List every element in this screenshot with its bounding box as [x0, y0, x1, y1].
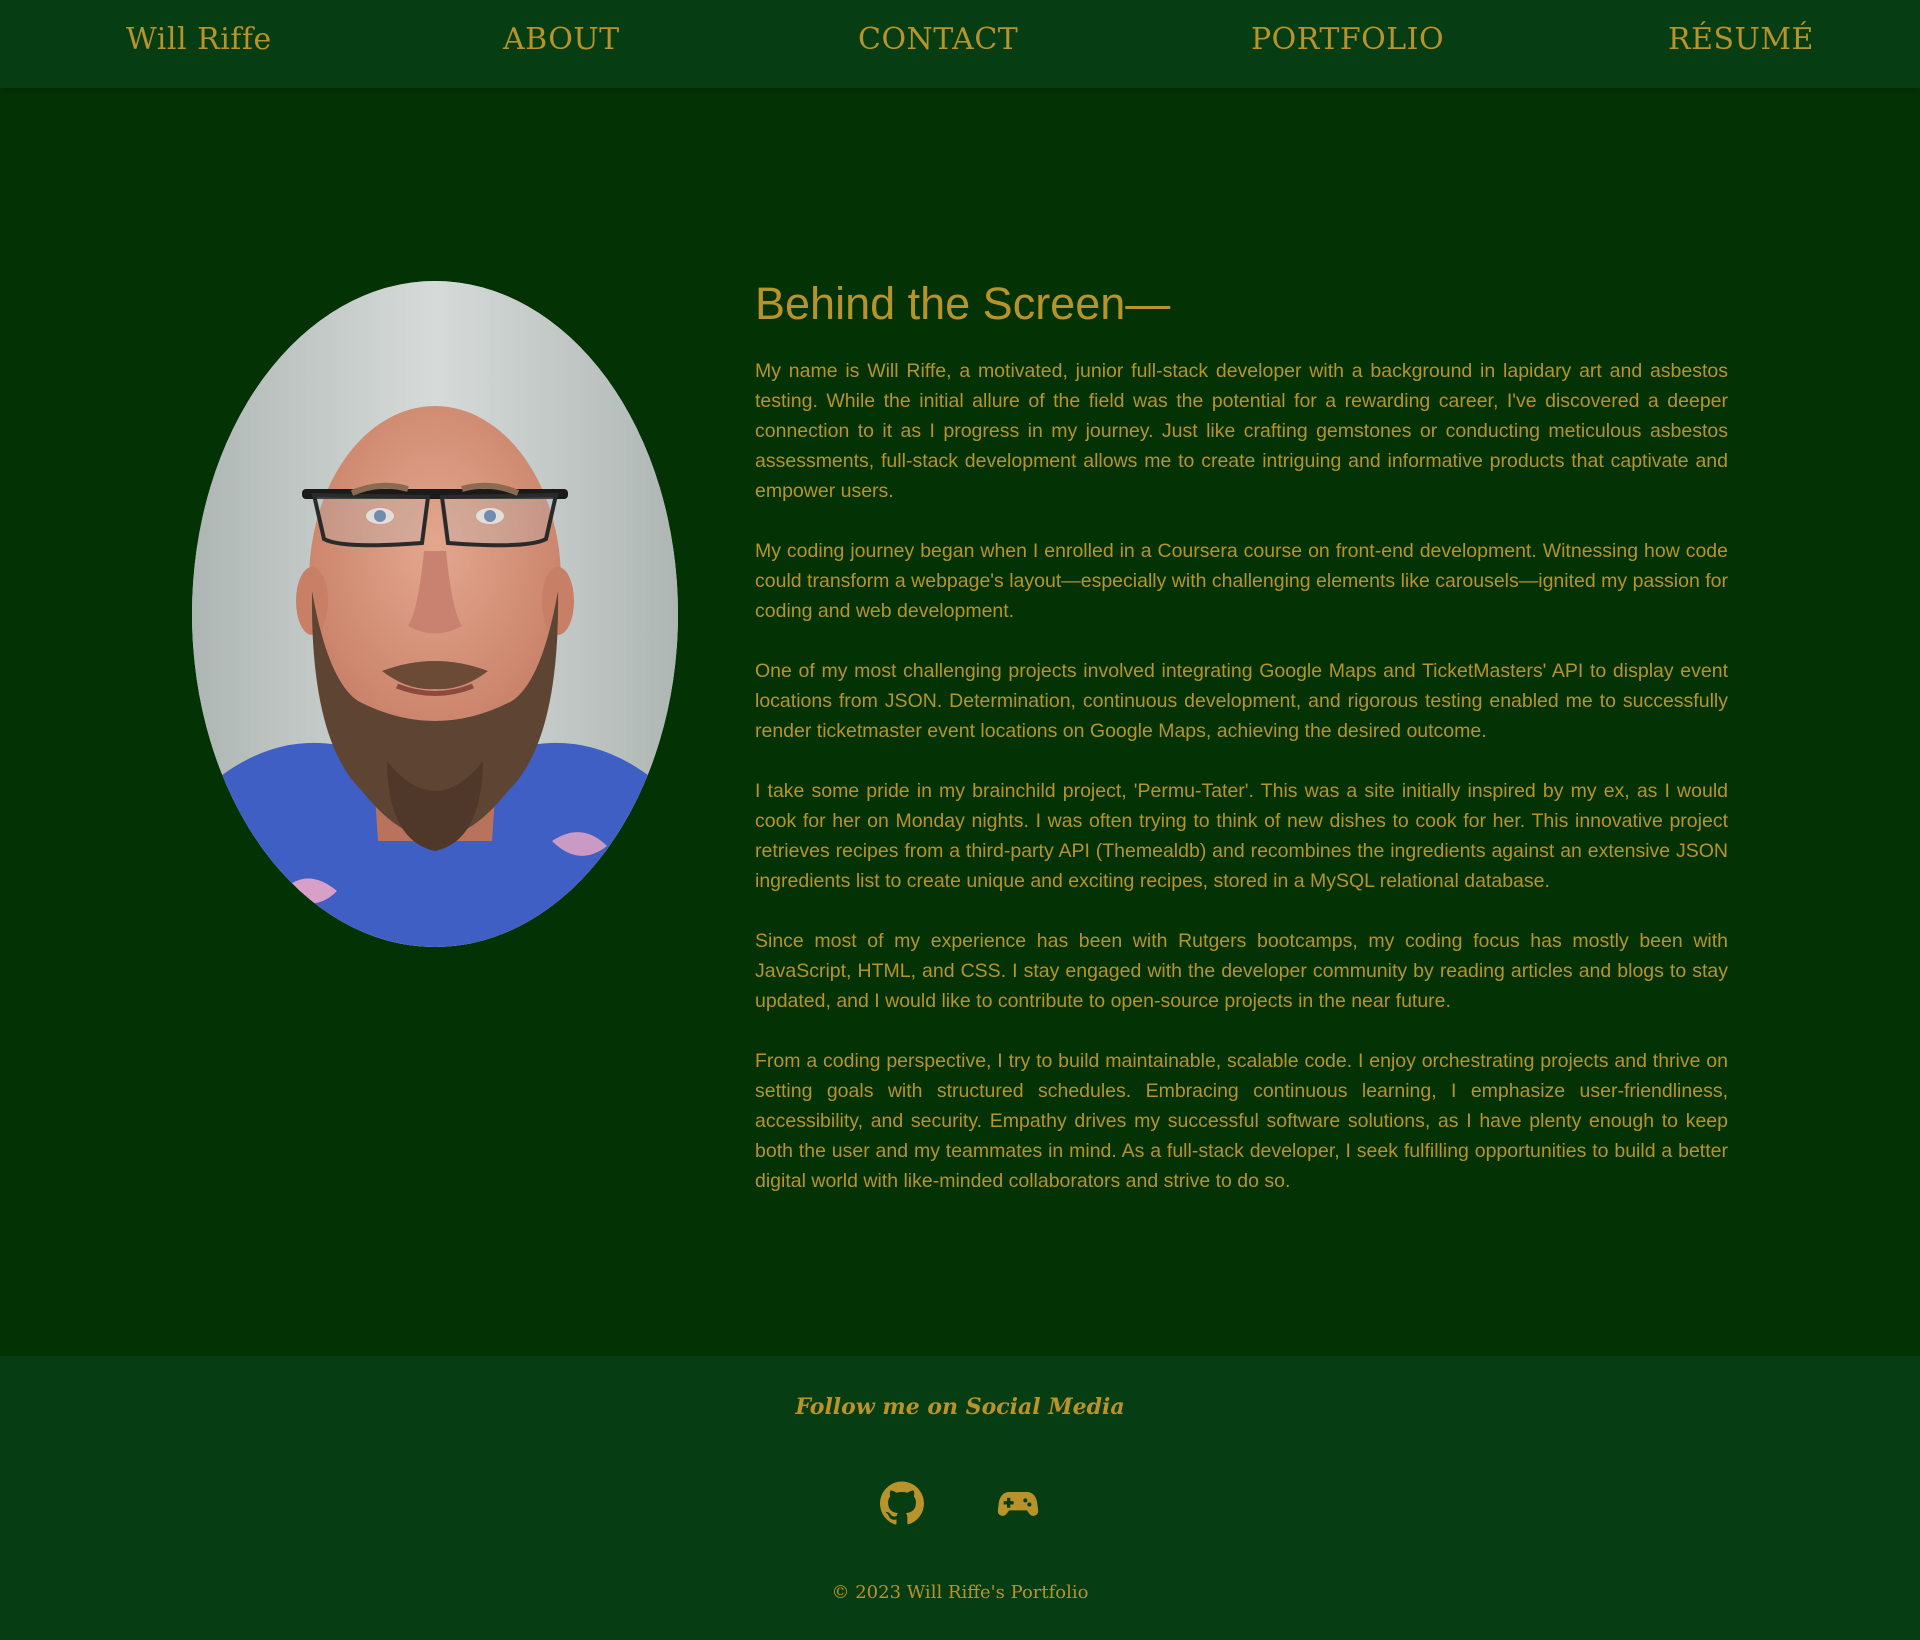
copyright-text: © 2023 Will Riffe's Portfolio: [831, 1582, 1089, 1603]
bio-paragraph: Since most of my experience has been wit…: [755, 930, 1728, 1012]
nav-contact-link[interactable]: CONTACT: [858, 22, 1018, 57]
bio-paragraph: I take some pride in my brainchild proje…: [755, 780, 1728, 892]
gamepad-icon: [997, 1492, 1039, 1516]
about-section: Behind the Screen— My name is Will Riffe…: [0, 88, 1920, 1356]
github-icon: [880, 1481, 924, 1525]
footer: Follow me on Social Media © 2023 Will Ri…: [0, 1356, 1920, 1640]
bio-paragraph: One of my most challenging projects invo…: [755, 660, 1728, 742]
top-nav: Will Riffe ABOUT CONTACT PORTFOLIO RÉSUM…: [0, 0, 1920, 88]
footer-social-heading: Follow me on Social Media: [795, 1394, 1125, 1420]
github-link[interactable]: [880, 1481, 924, 1525]
bio-heading: Behind the Screen—: [755, 278, 1171, 329]
nav-brand-link[interactable]: Will Riffe: [126, 22, 272, 57]
nav-about-link[interactable]: ABOUT: [503, 22, 620, 57]
gaming-link[interactable]: [996, 1481, 1040, 1525]
profile-photo: [192, 281, 678, 947]
bio-paragraph: From a coding perspective, I try to buil…: [755, 1050, 1728, 1192]
bio-paragraph: My coding journey began when I enrolled …: [755, 540, 1728, 622]
bio-paragraph: My name is Will Riffe, a motivated, juni…: [755, 360, 1728, 502]
nav-portfolio-link[interactable]: PORTFOLIO: [1251, 22, 1444, 57]
bio-section: Behind the Screen— My name is Will Riffe…: [755, 276, 1728, 1226]
nav-resume-link[interactable]: RÉSUMÉ: [1668, 22, 1814, 57]
